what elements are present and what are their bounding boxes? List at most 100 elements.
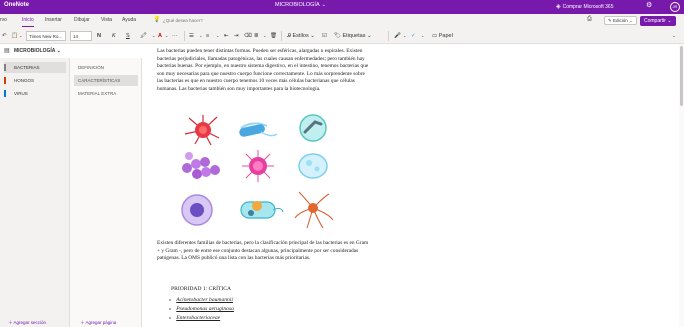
list-item-text: Enterobacteriaceae: [176, 314, 221, 321]
avatar[interactable]: JR: [670, 2, 680, 12]
app-name: OneNote: [4, 2, 30, 8]
outdent-icon[interactable]: ⇤: [224, 31, 229, 41]
styles-icon: Ꭿ: [287, 33, 291, 39]
immersive-reader-icon[interactable]: ✓: [411, 31, 416, 41]
pages-pane: DEFINICIÓN CARACTERÍSTICAS MATERIAL EXTR…: [70, 58, 142, 327]
highlight-icon[interactable]: 🖍: [140, 31, 147, 41]
buy-microsoft-365-link[interactable]: ◈ Comprar Microsoft 365: [556, 3, 613, 10]
bacteria-illustration: [181, 114, 334, 229]
undo-icon[interactable]: ↶: [2, 31, 7, 41]
tab-archivo[interactable]: rvo: [0, 17, 7, 23]
tell-me-search[interactable]: ¿Qué desea hacer?: [163, 18, 203, 23]
list-item[interactable]: Acinetobacter baumannii: [169, 296, 234, 305]
section-color-bar: [4, 90, 6, 97]
underline-button[interactable]: S: [126, 31, 130, 41]
clipboard-icon[interactable]: 📋: [11, 31, 18, 41]
section-label: VIRUS: [14, 91, 28, 96]
numbering-icon[interactable]: ≡: [206, 31, 209, 41]
list-item[interactable]: Enterobacteriaceae: [169, 314, 234, 323]
paper-button[interactable]: ▭ Papel: [432, 31, 453, 41]
bacteria-pink-spiky: [242, 150, 274, 182]
gear-icon[interactable]: ⚙: [646, 1, 652, 9]
share-button[interactable]: Compartir ⌄: [640, 15, 676, 26]
bacteria-teal-capsule: [240, 201, 284, 219]
clear-format-icon[interactable]: ⌫: [244, 31, 252, 41]
section-color-bar: [4, 64, 6, 71]
indent-icon[interactable]: ⇥: [234, 31, 239, 41]
tab-ayuda[interactable]: Ayuda: [122, 17, 136, 23]
section-hongos[interactable]: HONGOS: [4, 75, 66, 86]
page-canvas[interactable]: Las bacterias pueden tener distintas for…: [143, 44, 684, 327]
italic-button[interactable]: K: [112, 31, 116, 41]
bacteria-purple-chain: [182, 152, 220, 179]
dictate-icon[interactable]: 🎤: [394, 31, 401, 41]
editing-mode-button[interactable]: ✎ Edición ⌄: [604, 16, 637, 25]
chevron-down-icon[interactable]: ⌄: [216, 31, 219, 41]
todo-checkbox-icon[interactable]: ☑: [322, 31, 327, 41]
section-virus[interactable]: VIRUS: [4, 88, 66, 99]
styles-dropdown[interactable]: Ꭿ Estilos ⌄: [287, 31, 315, 41]
bacteria-blue-rod: [239, 122, 278, 137]
divider: [281, 31, 282, 41]
bullets-icon[interactable]: ☰: [189, 31, 194, 41]
bacteria-violet-round: [181, 194, 213, 226]
bacteria-red-spiky: [184, 115, 220, 146]
bold-button[interactable]: N: [97, 31, 101, 41]
chevron-down-icon[interactable]: ⌄: [403, 31, 406, 41]
page-definicion[interactable]: DEFINICIÓN: [74, 62, 138, 73]
bacteria-teal-cell: [299, 114, 327, 142]
tags-dropdown[interactable]: 🏷 Etiquetas ⌄: [334, 31, 372, 41]
chevron-down-icon[interactable]: ⌄: [672, 31, 676, 41]
add-page-button[interactable]: ＋ Agregar página: [80, 320, 116, 326]
section-color-bar: [4, 77, 6, 84]
divider: [184, 31, 185, 41]
paper-label: Papel: [438, 33, 453, 39]
paragraph-intro[interactable]: Las bacterias pueden tener distintas for…: [157, 48, 369, 94]
page-caracteristicas[interactable]: CARACTERÍSTICAS: [74, 75, 138, 86]
font-size-select[interactable]: 14: [70, 31, 92, 41]
chevron-down-icon[interactable]: ⌄: [421, 31, 424, 41]
add-section-button[interactable]: ＋ Agregar sección: [8, 320, 46, 326]
tab-vista[interactable]: Vista: [101, 17, 112, 23]
list-item[interactable]: Pseudomonas aeruginosa: [169, 305, 234, 314]
notebook-title[interactable]: MICROBIOLOGÍA ⌄: [275, 2, 326, 8]
notebook-header[interactable]: ▤ MICROBIOLOGÍA ⌄: [0, 44, 70, 58]
sections-pane: BACTERIAS HONGOS VIRUS: [0, 58, 70, 327]
chevron-down-icon[interactable]: ⌄: [263, 31, 266, 41]
chevron-down-icon[interactable]: ⌄: [199, 31, 202, 41]
font-name-select[interactable]: Times New Ro...: [26, 31, 66, 41]
divider: [388, 31, 389, 41]
chevron-down-icon[interactable]: ⌄: [152, 31, 155, 41]
page-material-extra[interactable]: MATERIAL EXTRA: [74, 88, 138, 99]
bacteria-orange-spiky: [294, 191, 334, 229]
scrollbar-thumb[interactable]: [680, 46, 683, 106]
section-bacterias[interactable]: BACTERIAS: [4, 62, 66, 73]
tags-label: Etiquetas: [342, 33, 366, 39]
tab-dibujar[interactable]: Dibujar: [74, 17, 90, 23]
vertical-scrollbar[interactable]: [679, 44, 684, 327]
priority-list: Acinetobacter baumannii Pseudomonas aeru…: [169, 296, 234, 322]
editing-mode-label: Edición: [613, 18, 628, 23]
ribbon-tabs: rvo Inicio Insertar Dibujar Vista Ayuda …: [0, 14, 684, 28]
share-label: Compartir: [644, 17, 666, 24]
tab-insertar[interactable]: Insertar: [45, 17, 62, 23]
chevron-down-icon[interactable]: ⌄: [165, 31, 168, 41]
chevron-down-icon: ⌄: [321, 2, 326, 8]
notebook-icon: ▤: [4, 48, 10, 54]
priority-title[interactable]: PRIORIDAD 1: CRÍTICA: [171, 286, 231, 292]
add-page-label: Agregar página: [85, 320, 117, 325]
delete-icon[interactable]: 🗑: [270, 31, 277, 41]
notebook-name: MICROBIOLOGÍA ⌄: [14, 47, 61, 54]
more-icon[interactable]: ···: [172, 31, 178, 41]
chevron-down-icon[interactable]: ⌄: [19, 31, 22, 41]
add-section-label: Agregar sección: [13, 320, 47, 325]
list-item-text: Pseudomonas aeruginosa: [176, 305, 234, 312]
buy-label: Comprar Microsoft 365: [562, 3, 614, 10]
font-color-icon[interactable]: A: [158, 31, 162, 41]
share-screen-icon[interactable]: ⎙: [587, 16, 592, 23]
paragraph-families[interactable]: Existen diferentes familias de bacterias…: [157, 240, 369, 263]
tab-inicio[interactable]: Inicio: [22, 17, 34, 27]
diamond-icon: ◈: [556, 3, 561, 10]
align-icon[interactable]: ≣: [254, 31, 259, 41]
notebook-title-label: MICROBIOLOGÍA: [275, 2, 320, 8]
